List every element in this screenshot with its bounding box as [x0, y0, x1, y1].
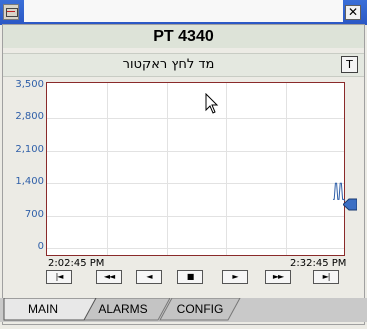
trend-toggle-button[interactable]: T [341, 56, 358, 73]
rewind-icon: ◄◄ [103, 272, 115, 281]
stop-button[interactable]: ■ [177, 270, 203, 284]
y-tick-label: 2,100 [15, 143, 44, 155]
title-bar-caption-area [24, 0, 343, 22]
first-button[interactable]: |◄ [46, 270, 72, 284]
step-back-icon: ◄ [146, 272, 152, 281]
fast-forward-button[interactable]: ►► [265, 270, 291, 284]
trend-trace [333, 182, 346, 202]
tab-alarms[interactable]: ALARMS [84, 298, 162, 320]
forward-button[interactable]: ► [222, 270, 248, 284]
title-bar[interactable]: ✕ [0, 0, 367, 25]
trend-plot-area[interactable] [46, 82, 346, 256]
x-axis-start-time: 2:02:45 PM [48, 258, 105, 269]
last-button[interactable]: ►| [313, 270, 339, 284]
app-icon[interactable] [3, 4, 19, 20]
tag-description: מד לחץ ראקטור [122, 57, 215, 72]
skip-to-start-icon: |◄ [55, 272, 64, 281]
tab-main[interactable]: MAIN [4, 298, 82, 320]
x-axis-end-time: 2:32:45 PM [290, 258, 347, 269]
y-tick-label: 3,500 [15, 79, 44, 90]
tab-config[interactable]: CONFIG [166, 298, 234, 320]
current-value-pointer-icon [343, 198, 357, 211]
back-button[interactable]: ◄ [136, 270, 162, 284]
y-tick-label: 0 [37, 241, 44, 252]
description-bar: מד לחץ ראקטור T [3, 53, 364, 77]
tag-name: PT 4340 [3, 25, 364, 48]
fast-forward-icon: ►► [272, 272, 284, 281]
trend-window: ✕ PT 4340 מד לחץ ראקטור T 3,500 2,800 2,10… [0, 0, 367, 329]
skip-to-end-icon: ►| [322, 272, 331, 281]
close-button[interactable]: ✕ [345, 5, 361, 20]
step-forward-icon: ► [232, 272, 238, 281]
tab-strip: MAIN ALARMS CONFIG [0, 298, 367, 329]
y-tick-label: 2,800 [15, 111, 44, 123]
fast-back-button[interactable]: ◄◄ [96, 270, 122, 284]
close-icon: ✕ [347, 5, 359, 19]
mouse-cursor-icon [205, 93, 219, 114]
stop-icon: ■ [186, 272, 195, 281]
y-tick-label: 700 [24, 208, 44, 220]
y-tick-label: 1,400 [15, 176, 44, 188]
